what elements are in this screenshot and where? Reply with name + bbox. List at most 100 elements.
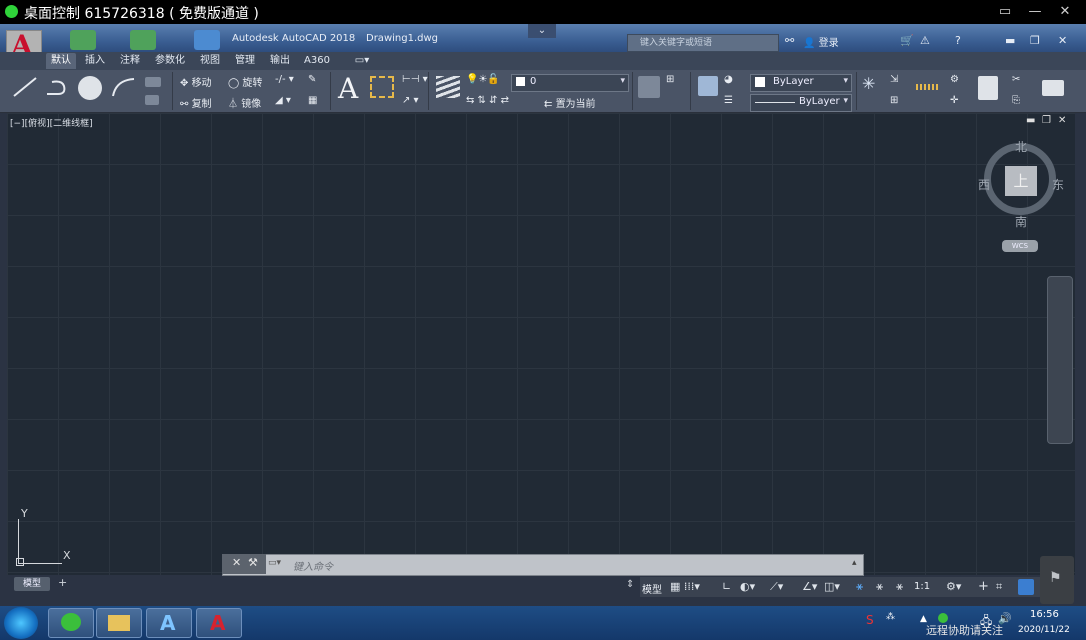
match-properties-icon[interactable] bbox=[698, 76, 718, 96]
drawing-canvas[interactable] bbox=[7, 113, 1075, 575]
leader-icon[interactable]: ↗ ▾ bbox=[402, 95, 419, 106]
trim-icon[interactable]: -/- ▾ bbox=[275, 74, 294, 85]
tab-view[interactable]: 视图 bbox=[195, 53, 225, 69]
hardware-acceleration-icon[interactable] bbox=[1018, 579, 1034, 595]
array-icon[interactable]: ▦ bbox=[308, 95, 317, 106]
move-button[interactable]: ✥ 移动 bbox=[180, 74, 212, 89]
title-dropdown-chevron-icon[interactable]: ⌄ bbox=[528, 24, 556, 38]
tab-manage[interactable]: 管理 bbox=[230, 53, 260, 69]
tab-annotate[interactable]: 注释 bbox=[115, 53, 145, 69]
viewport-minimize-icon[interactable]: ▬ bbox=[1026, 115, 1035, 126]
copy-clip-icon[interactable]: ⎘ bbox=[1012, 95, 1020, 106]
status-expand-icon[interactable]: ⇕ bbox=[626, 579, 634, 590]
login-button[interactable]: 👤 登录 bbox=[803, 34, 839, 49]
tab-parametric[interactable]: 参数化 bbox=[150, 53, 190, 69]
layer-properties-icon[interactable] bbox=[436, 76, 460, 98]
annotation-scale-icon[interactable]: ⚹ bbox=[896, 579, 903, 594]
measure-icon[interactable] bbox=[916, 84, 940, 90]
restore-remote-button[interactable]: ▭ bbox=[990, 2, 1020, 22]
floating-remote-panel[interactable]: ⚑ bbox=[1040, 556, 1074, 604]
viewport-close-icon[interactable]: ✕ bbox=[1058, 115, 1066, 126]
circle-tool-icon[interactable] bbox=[78, 76, 102, 100]
linetype-dropdown[interactable]: ByLayer ▾ bbox=[750, 94, 852, 112]
command-input[interactable]: 键入命令 bbox=[293, 558, 333, 573]
viewcube-top-face[interactable]: 上 bbox=[1005, 166, 1037, 196]
taskbar-explorer[interactable] bbox=[96, 608, 142, 638]
model-space-toggle[interactable]: 模型 bbox=[642, 581, 662, 596]
command-history-chevron-icon[interactable]: ▴ bbox=[852, 558, 857, 568]
sogou-ime-icon[interactable]: S bbox=[866, 613, 874, 627]
taskbar-autodesk-a360[interactable]: A bbox=[146, 608, 192, 638]
line-tool-icon[interactable] bbox=[12, 76, 38, 98]
text-tool-icon[interactable]: A bbox=[338, 72, 358, 105]
set-current-button[interactable]: ⇇ 置为当前 bbox=[544, 95, 596, 110]
wcs-menu[interactable]: WCS bbox=[1002, 240, 1038, 252]
tab-a360[interactable]: A360 bbox=[300, 53, 334, 69]
mirror-button[interactable]: ⏃ 镜像 bbox=[228, 95, 261, 110]
osnap-icon[interactable]: ⟋▾ bbox=[770, 580, 783, 594]
color-dropdown[interactable]: ByLayer ▾ bbox=[750, 74, 852, 92]
hatch-tool-icon[interactable] bbox=[145, 95, 159, 105]
quick-access-new-icon[interactable] bbox=[70, 30, 96, 50]
exchange-icon[interactable]: ⚠ bbox=[920, 34, 930, 47]
annotation-scale-auto-icon[interactable]: ⚹ bbox=[876, 579, 883, 594]
tab-output[interactable]: 输出 bbox=[265, 53, 295, 69]
cut-icon[interactable]: ✂ bbox=[1012, 74, 1020, 85]
command-prompt-icon[interactable]: ▭▾ bbox=[268, 558, 281, 568]
customize-wrench-icon[interactable]: ⚒ bbox=[248, 556, 258, 569]
compass-east[interactable]: 东 bbox=[1052, 176, 1064, 193]
workspace-gear-icon[interactable]: ⚙▾ bbox=[946, 580, 961, 593]
color-wheel-icon[interactable]: ◕ bbox=[724, 74, 733, 85]
annotation-visibility-icon[interactable]: ⚹ bbox=[856, 579, 863, 594]
cart-icon[interactable]: 🛒 bbox=[900, 34, 914, 47]
tab-more-icon[interactable]: ▭▾ bbox=[350, 53, 374, 69]
restore-icon[interactable]: ❐ bbox=[1030, 34, 1040, 47]
copy-button[interactable]: ⚯ 复制 bbox=[180, 95, 212, 110]
erase-icon[interactable]: ✎ bbox=[308, 74, 316, 85]
ime-settings-icon[interactable]: ⁂ bbox=[886, 612, 895, 622]
navigation-bar[interactable] bbox=[1047, 276, 1073, 444]
ortho-icon[interactable]: ∟ bbox=[722, 580, 731, 593]
clipboard-icon[interactable] bbox=[978, 76, 998, 100]
close-remote-button[interactable]: ✕ bbox=[1050, 2, 1080, 22]
compass-north[interactable]: 北 bbox=[1015, 138, 1027, 155]
layer-dropdown[interactable]: 0 ▾ bbox=[511, 74, 629, 92]
group-icon[interactable]: ✳ bbox=[862, 74, 875, 93]
lineweight-icon[interactable]: ☰ bbox=[724, 95, 733, 106]
base-view-icon[interactable] bbox=[1042, 80, 1064, 96]
insert-block-icon[interactable] bbox=[638, 76, 660, 98]
polyline-tool-icon[interactable] bbox=[44, 76, 70, 98]
close-command-icon[interactable]: ✕ bbox=[232, 556, 241, 569]
annotation-scale-value[interactable]: 1:1 bbox=[914, 581, 930, 592]
quick-access-save-icon[interactable] bbox=[194, 30, 220, 50]
polar-icon[interactable]: ◐▾ bbox=[740, 580, 755, 593]
compass-south[interactable]: 南 bbox=[1015, 213, 1027, 230]
minimize-icon[interactable]: ▬ bbox=[1005, 34, 1015, 47]
dynamic-ucs-icon[interactable]: ∠▾ bbox=[802, 580, 817, 593]
rectangle-tool-icon[interactable] bbox=[145, 77, 161, 87]
viewport-restore-icon[interactable]: ❐ bbox=[1042, 115, 1051, 126]
help-icon[interactable]: ? bbox=[955, 34, 961, 47]
point-icon[interactable]: ✛ bbox=[950, 95, 958, 106]
clock-time[interactable]: 16:56 bbox=[1030, 609, 1059, 620]
layout-tab-model[interactable]: 模型 bbox=[14, 577, 50, 591]
start-button[interactable] bbox=[4, 607, 38, 639]
block-edit-icon[interactable]: ⊞ bbox=[666, 74, 674, 85]
tab-insert[interactable]: 插入 bbox=[80, 53, 110, 69]
viewport-controls-label[interactable]: [−][俯视][二维线框] bbox=[10, 116, 93, 129]
layer-state-icons[interactable]: 💡☀🔓 bbox=[466, 74, 500, 85]
group-edit-icon[interactable]: ⊞ bbox=[890, 95, 898, 106]
ungroup-icon[interactable]: ⇲ bbox=[890, 74, 898, 85]
search-input[interactable]: 键入关键字或短语 bbox=[627, 34, 779, 52]
layer-tools-icons[interactable]: ⇆ ⇅ ⇵ ⇄ bbox=[466, 95, 509, 106]
linear-dim-icon[interactable]: ⊢⊣ ▾ bbox=[402, 74, 428, 85]
quick-access-open-icon[interactable] bbox=[130, 30, 156, 50]
annotation-monitor-icon[interactable]: + bbox=[978, 579, 989, 594]
clock-date[interactable]: 2020/11/22 bbox=[1018, 625, 1070, 635]
dimension-tool-icon[interactable] bbox=[370, 76, 394, 98]
isolate-objects-icon[interactable]: ⌗ bbox=[996, 580, 1002, 594]
rotate-button[interactable]: ◯ 旋转 bbox=[228, 74, 262, 89]
grid-icon[interactable]: ▦ ⁞⁞⁞▾ bbox=[670, 580, 700, 593]
close-icon[interactable]: ✕ bbox=[1058, 34, 1067, 47]
tab-default[interactable]: 默认 bbox=[46, 53, 76, 69]
